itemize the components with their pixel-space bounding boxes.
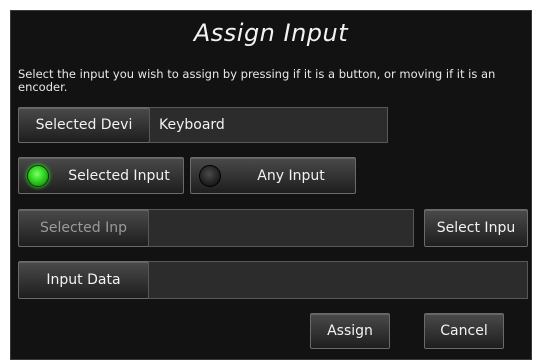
input-data-field[interactable] xyxy=(148,261,528,299)
any-input-toggle[interactable]: Any Input xyxy=(190,157,356,194)
assign-button-label: Assign xyxy=(327,323,373,339)
cancel-button-label: Cancel xyxy=(440,323,488,339)
selected-input-button[interactable]: Selected Inp xyxy=(18,209,149,247)
selected-device-button[interactable]: Selected Devi xyxy=(18,107,150,143)
select-input-button-label: Select Inpu xyxy=(436,220,516,236)
led-off-icon xyxy=(199,165,221,187)
assign-button[interactable]: Assign xyxy=(310,313,390,349)
led-on-icon xyxy=(27,165,49,187)
selected-input-field[interactable] xyxy=(148,209,414,247)
selected-device-value: Keyboard xyxy=(159,117,225,133)
any-input-toggle-label: Any Input xyxy=(257,167,325,184)
selected-input-toggle[interactable]: Selected Input xyxy=(18,157,184,194)
input-data-button[interactable]: Input Data xyxy=(18,261,149,299)
selected-device-field[interactable]: Keyboard xyxy=(149,107,388,143)
cancel-button[interactable]: Cancel xyxy=(424,313,504,349)
selected-input-toggle-label: Selected Input xyxy=(68,167,170,184)
select-input-button[interactable]: Select Inpu xyxy=(424,209,528,247)
instructions-text: Select the input you wish to assign by p… xyxy=(18,67,496,94)
selected-device-button-label: Selected Devi xyxy=(35,117,133,133)
dialog-title: Assign Input xyxy=(193,19,349,47)
assign-input-dialog: Assign Input Select the input you wish t… xyxy=(10,10,532,360)
input-data-button-label: Input Data xyxy=(46,272,121,288)
selected-input-button-label: Selected Inp xyxy=(39,220,128,236)
